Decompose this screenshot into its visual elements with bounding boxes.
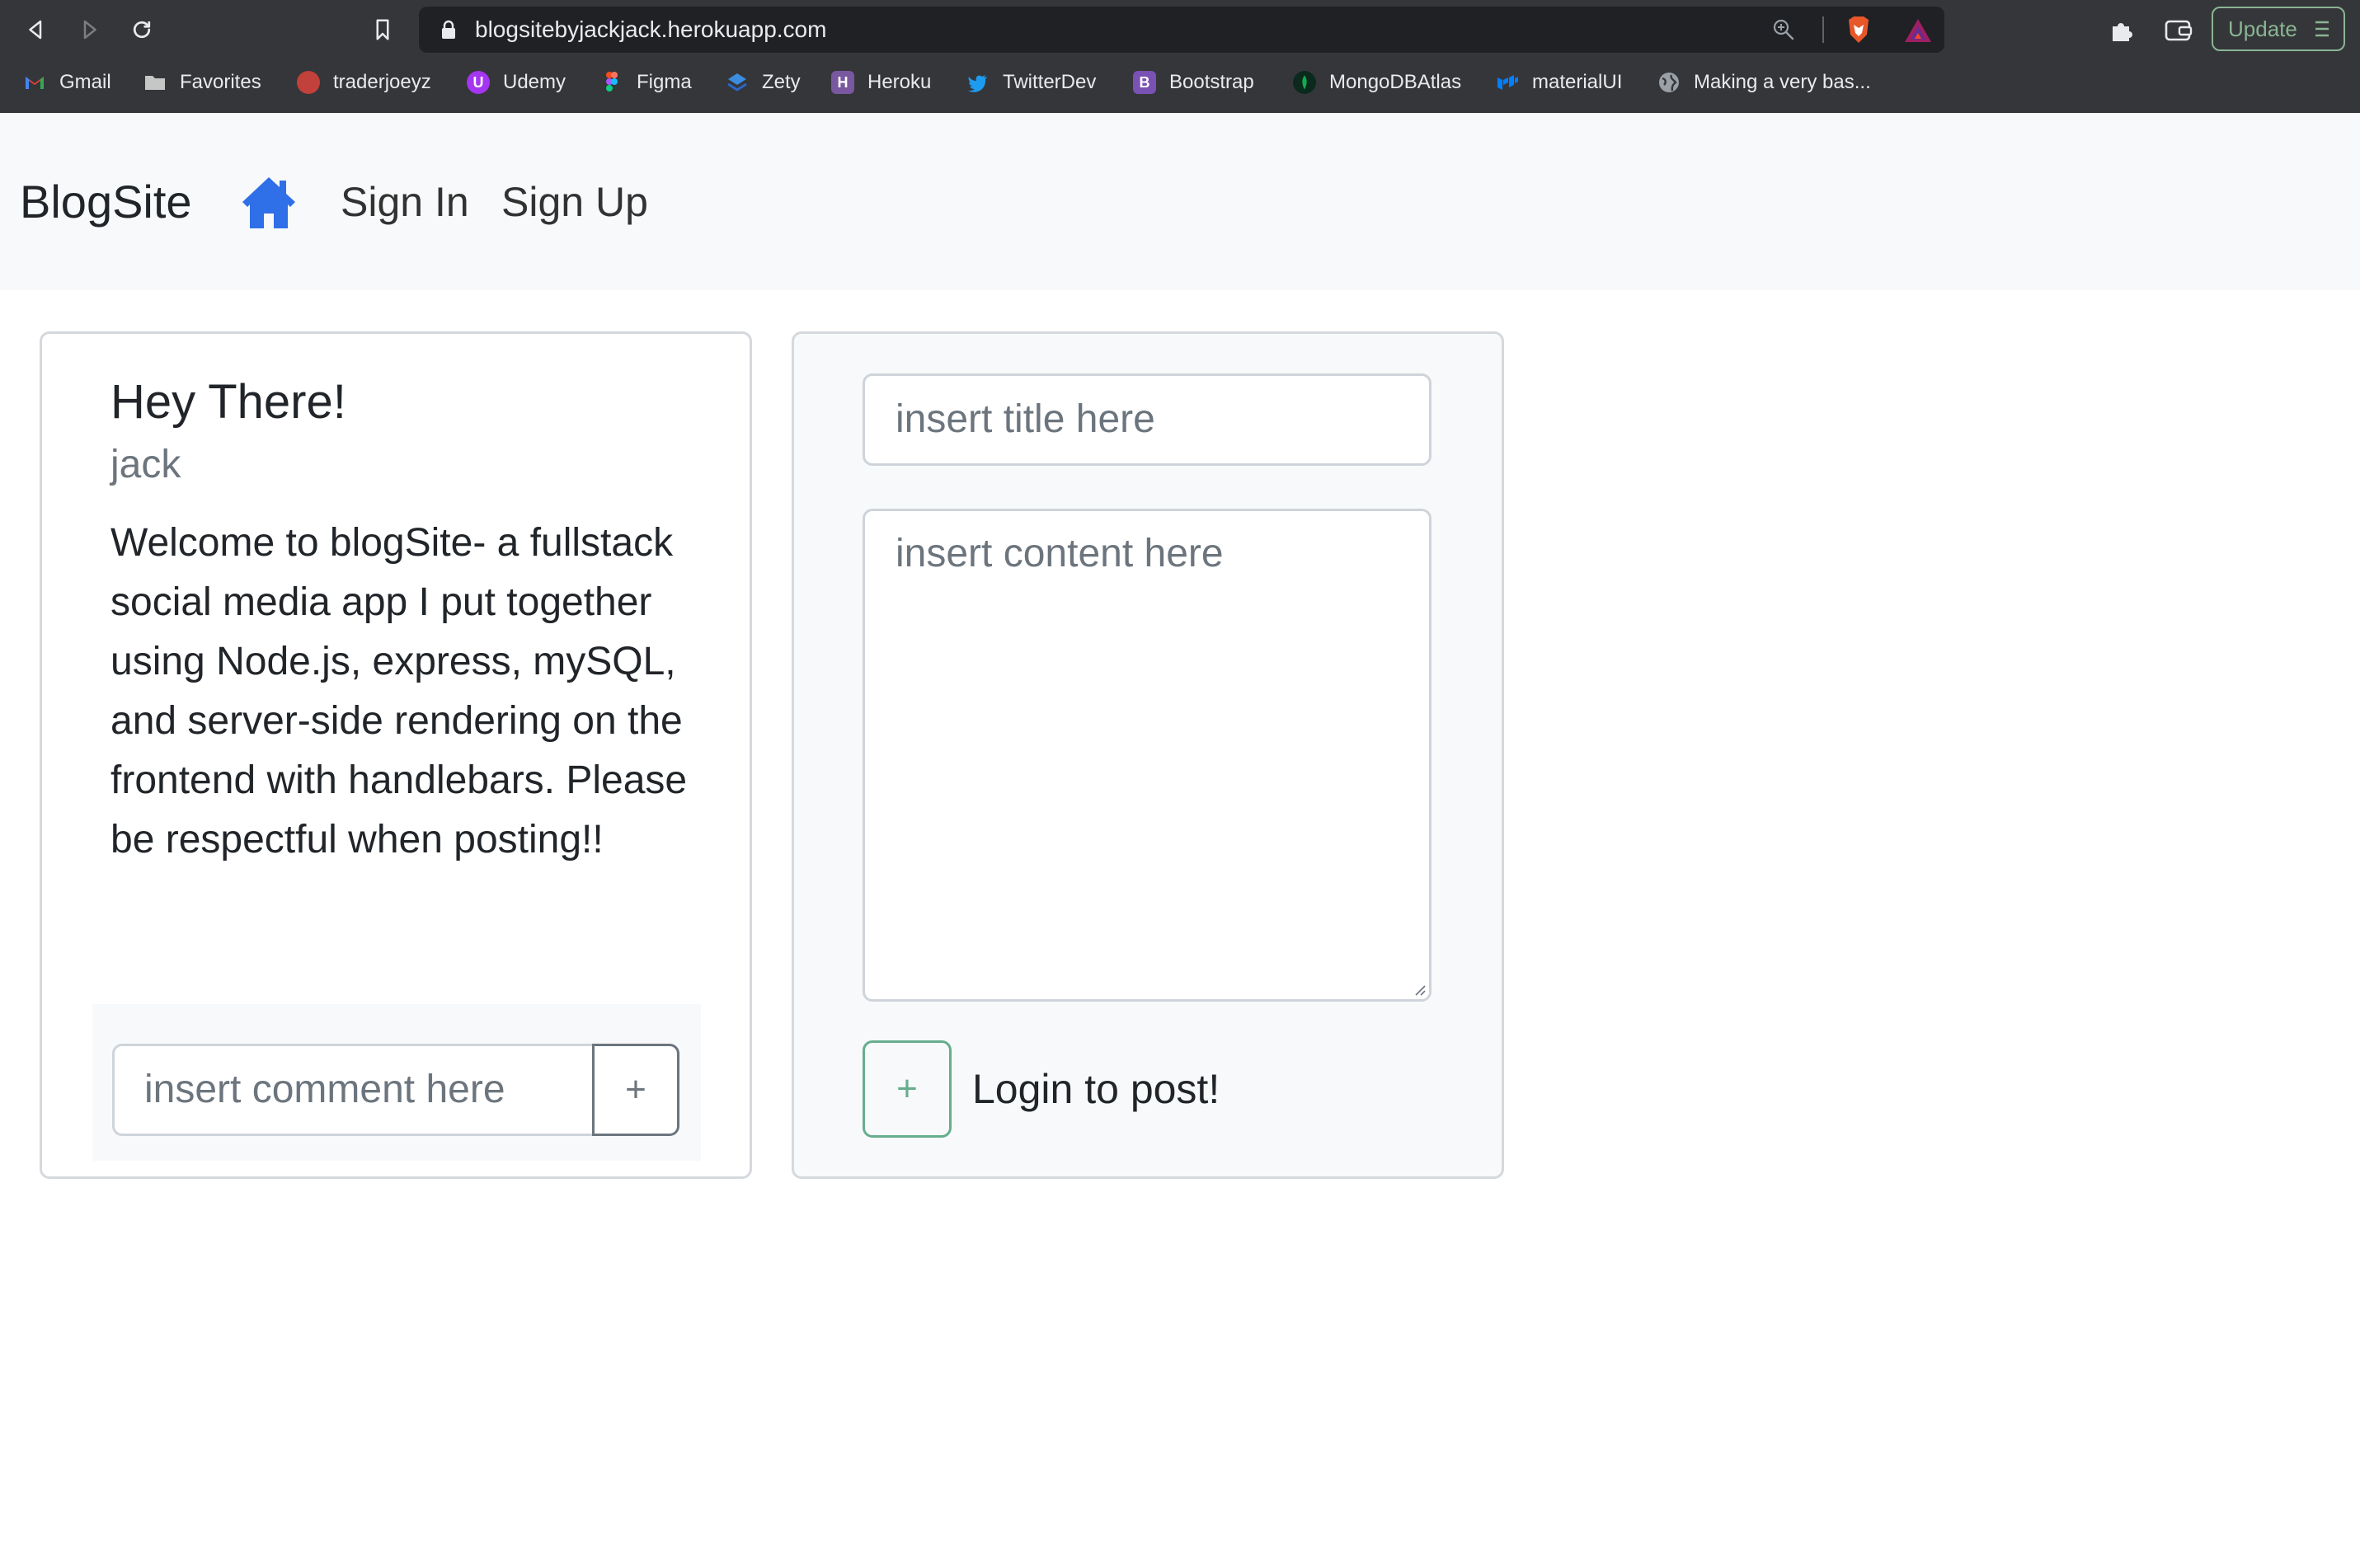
- post-title-input[interactable]: insert title here: [863, 373, 1432, 466]
- gmail-icon: [23, 71, 46, 94]
- update-label: Update: [2228, 16, 2297, 41]
- home-icon[interactable]: [239, 174, 299, 230]
- new-post-card: insert title here insert content here + …: [792, 331, 1504, 1179]
- bookmark-label: TwitterDev: [1003, 71, 1097, 93]
- heroku-icon: H: [831, 71, 854, 94]
- browser-chrome: blogsitebyjackjack.herokuapp.com Update …: [0, 0, 2360, 113]
- traderjoeyz-icon: [297, 71, 320, 94]
- bookmark-udemy[interactable]: U Udemy: [467, 68, 566, 97]
- globe-icon: [1657, 71, 1681, 94]
- post-title: Hey There!: [110, 375, 346, 429]
- bookmark-mongodbatlas[interactable]: MongoDBAtlas: [1293, 68, 1461, 97]
- divider: [1822, 16, 1824, 43]
- bookmark-twitterdev[interactable]: TwitterDev: [966, 68, 1096, 97]
- bookmark-bootstrap[interactable]: B Bootstrap: [1133, 68, 1254, 97]
- bookmark-gmail[interactable]: Gmail: [23, 68, 111, 97]
- content-placeholder: insert content here: [896, 532, 1224, 575]
- lock-icon: [442, 20, 455, 39]
- bookmark-zety[interactable]: Zety: [726, 68, 801, 97]
- bookmark-label: Gmail: [59, 71, 111, 93]
- comment-input[interactable]: insert comment here: [112, 1044, 592, 1136]
- forward-icon[interactable]: [73, 13, 106, 46]
- post-body: Welcome to blogSite- a fullstack social …: [110, 521, 688, 861]
- bookmark-heroku[interactable]: H Heroku: [831, 68, 931, 97]
- bookmark-label: Figma: [637, 71, 692, 93]
- bookmark-making-a-very-bas[interactable]: Making a very bas...: [1657, 68, 1871, 97]
- bookmark-icon[interactable]: [366, 13, 399, 46]
- extensions-icon[interactable]: [2108, 16, 2136, 45]
- back-icon[interactable]: [20, 13, 53, 46]
- bookmarks-bar: Gmail Favorites traderjoeyz U Udemy Figm…: [0, 59, 2360, 105]
- udemy-icon: U: [467, 71, 490, 94]
- bookmark-label: Making a very bas...: [1694, 71, 1871, 93]
- materialui-icon: [1496, 71, 1519, 94]
- address-bar[interactable]: blogsitebyjackjack.herokuapp.com: [419, 7, 1944, 53]
- bootstrap-icon: B: [1133, 71, 1156, 94]
- bookmark-label: Zety: [762, 71, 801, 93]
- site-navbar: BlogSite Sign In Sign Up: [0, 113, 2360, 290]
- brave-shield-icon[interactable]: [1844, 15, 1873, 45]
- bookmark-traderjoeyz[interactable]: traderjoeyz: [297, 68, 431, 97]
- bookmark-label: MongoDBAtlas: [1329, 71, 1462, 93]
- brand-link[interactable]: BlogSite: [20, 176, 192, 228]
- sign-in-link[interactable]: Sign In: [341, 177, 469, 227]
- bookmark-label: Heroku: [867, 71, 932, 93]
- wallet-icon[interactable]: [2164, 16, 2193, 45]
- bookmark-label: Favorites: [180, 71, 261, 93]
- post-content-textarea[interactable]: insert content here: [863, 509, 1432, 1002]
- post-card: Hey There! jack Welcome to blogSite- a f…: [40, 331, 752, 1179]
- bookmark-favorites[interactable]: Favorites: [143, 68, 261, 97]
- twitter-icon: [966, 71, 990, 94]
- bookmark-label: Udemy: [503, 71, 566, 93]
- mongodb-icon: [1293, 71, 1316, 94]
- submit-post-button[interactable]: +: [863, 1040, 952, 1138]
- url-text[interactable]: blogsitebyjackjack.herokuapp.com: [475, 7, 826, 53]
- resize-handle-icon[interactable]: [1411, 981, 1426, 996]
- folder-icon: [143, 71, 167, 94]
- update-button[interactable]: Update: [2212, 7, 2345, 51]
- bookmark-label: Bootstrap: [1169, 71, 1254, 93]
- figma-icon: [600, 71, 623, 94]
- zoom-icon[interactable]: [1771, 17, 1796, 42]
- browser-toolbar: blogsitebyjackjack.herokuapp.com Update: [0, 0, 2360, 59]
- bookmark-figma[interactable]: Figma: [600, 68, 692, 97]
- bookmark-label: traderjoeyz: [333, 71, 431, 93]
- login-to-post-label: Login to post!: [972, 1066, 1220, 1112]
- sign-up-link[interactable]: Sign Up: [501, 177, 648, 227]
- comment-form: insert comment here +: [92, 1004, 701, 1161]
- zety-icon: [726, 71, 749, 94]
- bookmark-label: materialUI: [1532, 71, 1623, 93]
- reload-icon[interactable]: [125, 13, 158, 46]
- menu-icon: [2315, 21, 2329, 37]
- bookmark-materialui[interactable]: materialUI: [1496, 68, 1622, 97]
- add-comment-button[interactable]: +: [592, 1044, 679, 1136]
- post-author: jack: [110, 443, 181, 486]
- brave-rewards-icon[interactable]: [1903, 16, 1933, 45]
